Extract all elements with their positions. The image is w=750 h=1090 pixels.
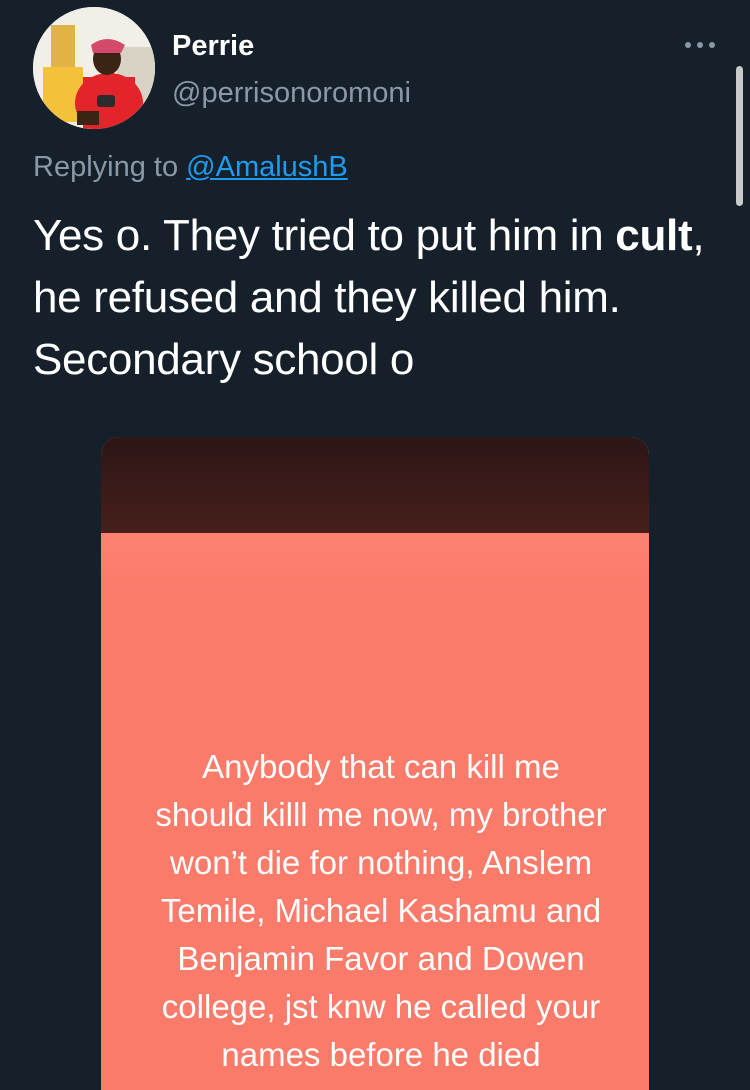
tweet-text-part1: Yes o. They tried to put him in xyxy=(33,211,616,260)
tweet-view: Perrie @perrisonoromoni Replying to @Ama… xyxy=(0,0,750,1090)
reply-mention-link[interactable]: @AmalushB xyxy=(186,151,348,183)
display-name[interactable]: Perrie xyxy=(172,29,254,63)
avatar[interactable] xyxy=(33,7,155,129)
profile-photo-icon xyxy=(33,7,155,129)
tweet-text-bold: cult xyxy=(615,211,693,260)
media-gradient-band xyxy=(101,533,649,593)
scrollbar[interactable] xyxy=(736,66,743,206)
tweet-media-image[interactable]: Anybody that can kill me should killl me… xyxy=(101,437,649,1090)
replying-to-label: Replying to xyxy=(33,151,179,183)
tweet-text: Yes o. They tried to put him in cult, he… xyxy=(33,205,723,391)
user-handle[interactable]: @perrisonoromoni xyxy=(172,76,411,110)
replying-to-line: Replying to @AmalushB xyxy=(33,148,348,186)
media-caption-text: Anybody that can kill me should killl me… xyxy=(155,748,607,1073)
media-dark-header xyxy=(101,437,649,533)
more-options-icon[interactable] xyxy=(680,30,720,60)
